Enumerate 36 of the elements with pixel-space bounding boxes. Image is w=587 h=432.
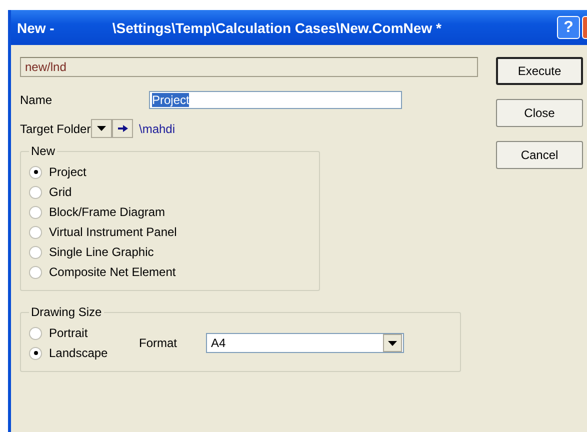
radio-option[interactable]: Project	[29, 162, 311, 182]
radio-button[interactable]	[29, 166, 42, 178]
radio-button[interactable]	[29, 206, 42, 218]
dropdown-button[interactable]	[91, 119, 112, 138]
radio-option[interactable]: Portrait	[29, 323, 139, 343]
path-field[interactable]: new/lnd	[20, 57, 478, 77]
caret-icon	[97, 126, 106, 131]
radio-button[interactable]	[29, 346, 42, 360]
radio-option[interactable]: Composite Net Element	[29, 262, 311, 282]
radio-button[interactable]	[29, 226, 42, 238]
name-field[interactable]: Project	[149, 91, 402, 109]
group-title: New	[30, 144, 56, 158]
caret-icon	[388, 340, 397, 346]
folder-path: \mahdi	[139, 122, 176, 136]
radio-button[interactable]	[29, 326, 42, 340]
format-dropdown[interactable]: A4	[206, 333, 404, 353]
window-title-path: \Settings\Temp\Calculation Cases\New.ComNew *	[112, 20, 442, 36]
radio-option[interactable]: Single Line Graphic	[29, 242, 311, 262]
name-label: Name	[20, 93, 54, 107]
radio-button[interactable]	[29, 246, 42, 258]
target-folder-label: Target Folder	[20, 122, 91, 136]
group-title: Drawing Size	[30, 305, 103, 319]
radio-option[interactable]: Virtual Instrument Panel	[29, 222, 311, 242]
dialog-button[interactable]: Cancel	[496, 141, 583, 169]
radio-option[interactable]: Grid	[29, 182, 311, 202]
arrow-icon	[118, 125, 128, 132]
dialog-button[interactable]: Close	[496, 99, 583, 127]
radio-button[interactable]	[29, 266, 42, 278]
window-title: New -	[17, 20, 54, 36]
radio-option[interactable]: Block/Frame Diagram	[29, 202, 311, 222]
go-button[interactable]	[112, 119, 133, 138]
radio-option[interactable]: Landscape	[29, 343, 139, 363]
dialog-button[interactable]: Execute	[496, 57, 583, 85]
radio-button[interactable]	[29, 186, 42, 198]
help-button[interactable]: ?	[557, 16, 580, 39]
format-label: Format	[139, 336, 178, 350]
